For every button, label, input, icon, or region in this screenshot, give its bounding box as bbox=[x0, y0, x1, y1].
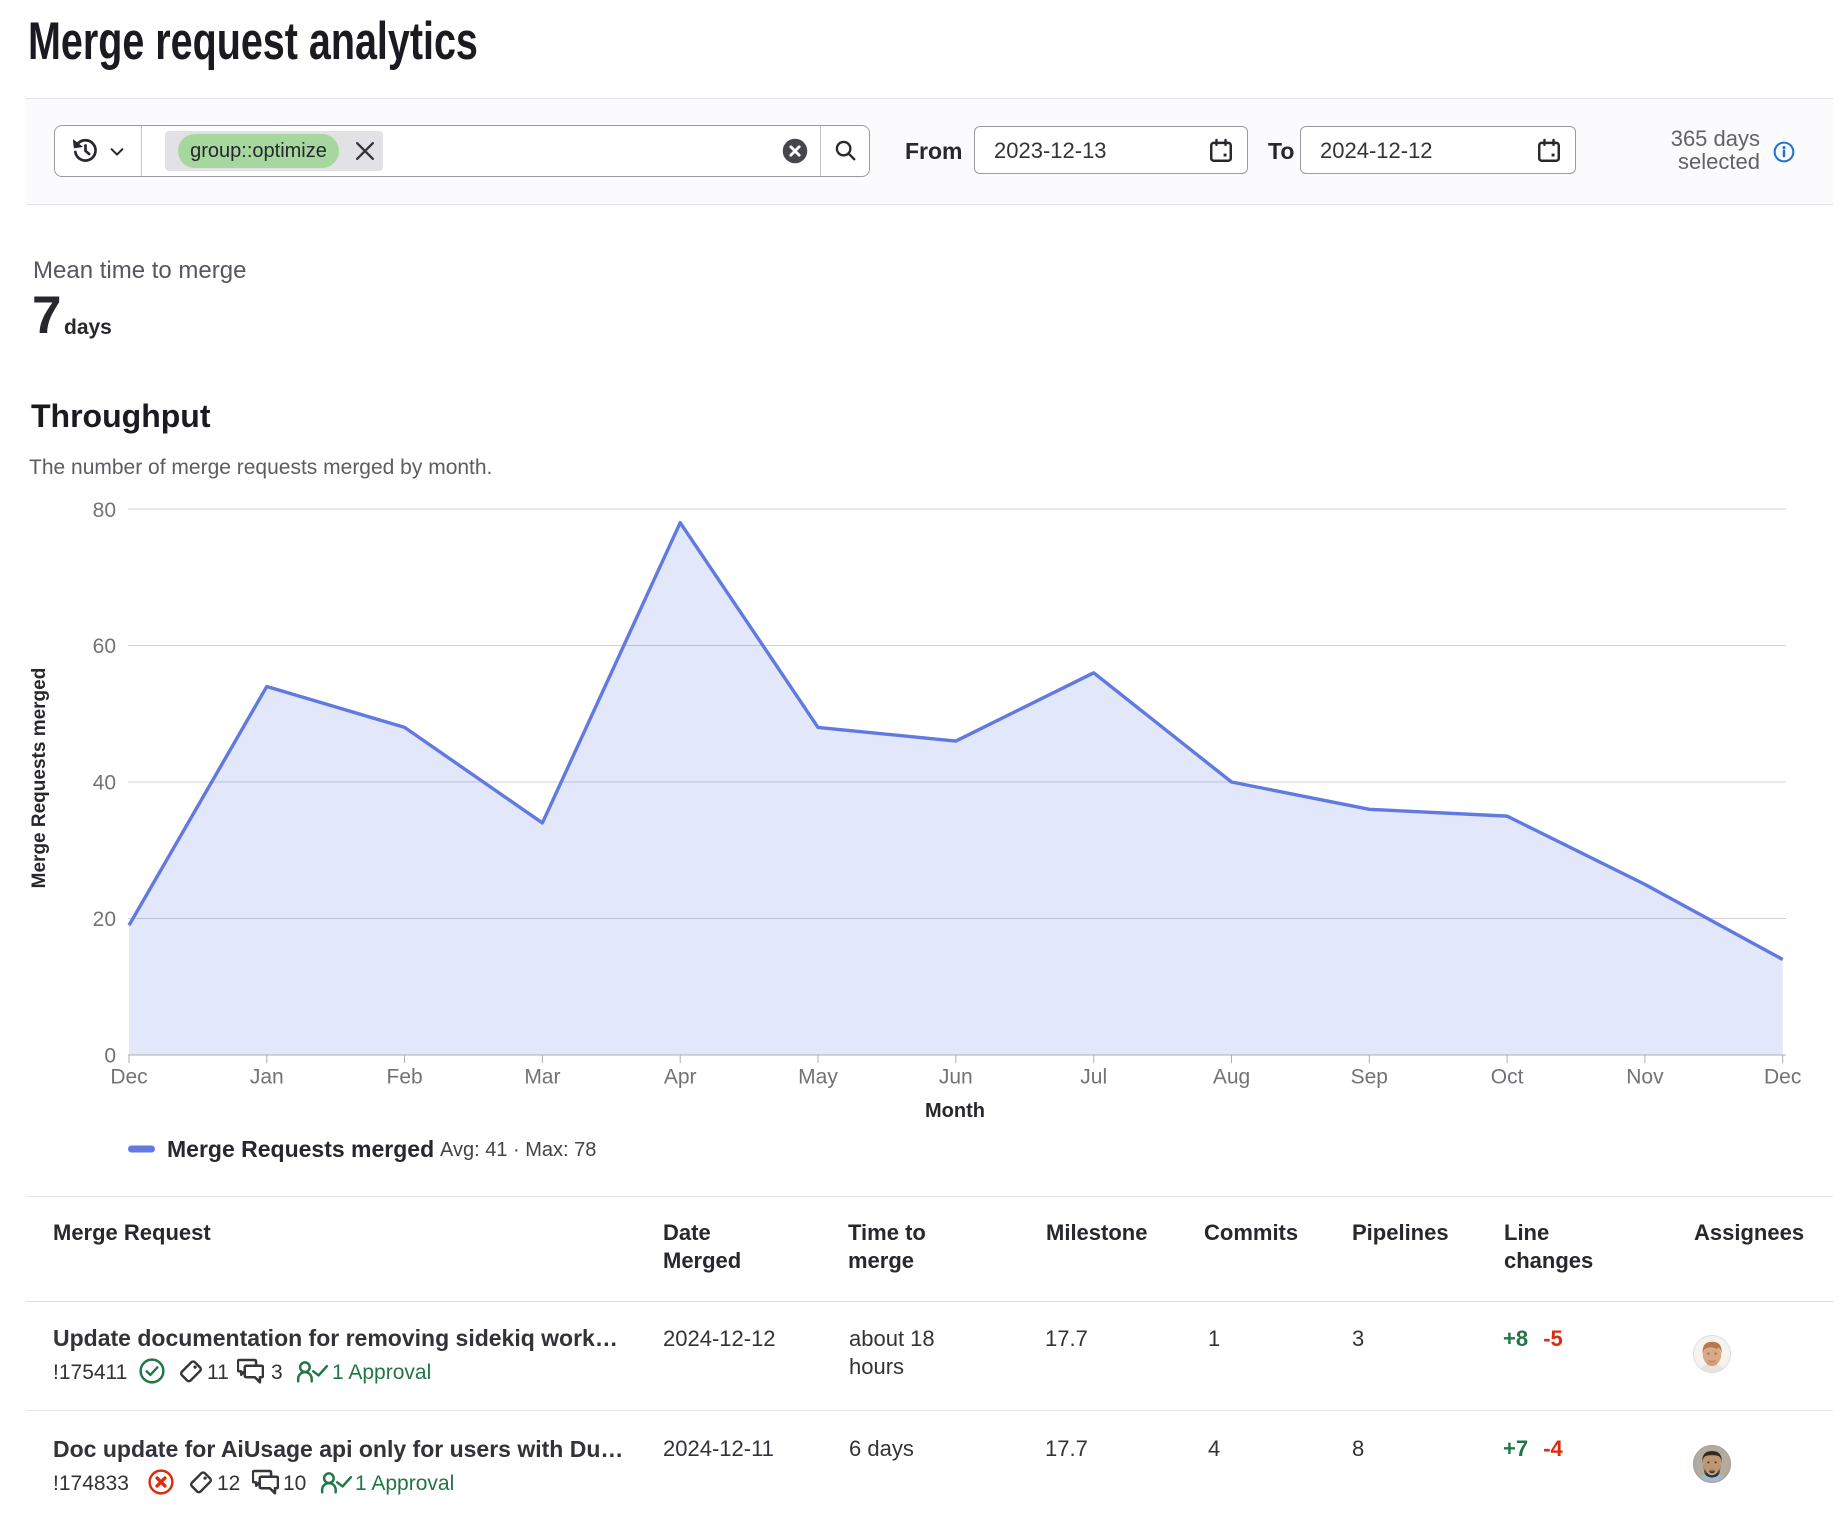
svg-text:Dec: Dec bbox=[110, 1066, 147, 1089]
svg-text:Merge Requests merged: Merge Requests merged bbox=[167, 1136, 434, 1162]
svg-text:20: 20 bbox=[93, 908, 116, 931]
svg-text:Dec: Dec bbox=[1764, 1066, 1801, 1089]
svg-text:80: 80 bbox=[93, 499, 116, 522]
svg-text:Aug: Aug bbox=[1213, 1066, 1250, 1089]
svg-text:Merge Requests merged: Merge Requests merged bbox=[29, 668, 50, 889]
svg-text:Jun: Jun bbox=[939, 1066, 973, 1089]
svg-text:Mar: Mar bbox=[524, 1066, 560, 1089]
svg-text:Sep: Sep bbox=[1351, 1066, 1388, 1089]
svg-text:May: May bbox=[798, 1066, 838, 1089]
svg-text:Oct: Oct bbox=[1491, 1066, 1524, 1089]
svg-text:0: 0 bbox=[104, 1045, 116, 1068]
svg-text:60: 60 bbox=[93, 635, 116, 658]
svg-text:40: 40 bbox=[93, 772, 116, 795]
svg-text:Feb: Feb bbox=[387, 1066, 423, 1089]
svg-text:Jan: Jan bbox=[250, 1066, 284, 1089]
svg-text:Nov: Nov bbox=[1626, 1066, 1664, 1089]
svg-text:Jul: Jul bbox=[1080, 1066, 1107, 1089]
svg-text:Month: Month bbox=[925, 1100, 985, 1122]
svg-text:Avg: 41 · Max: 78: Avg: 41 · Max: 78 bbox=[440, 1139, 596, 1161]
svg-text:Apr: Apr bbox=[664, 1066, 697, 1089]
